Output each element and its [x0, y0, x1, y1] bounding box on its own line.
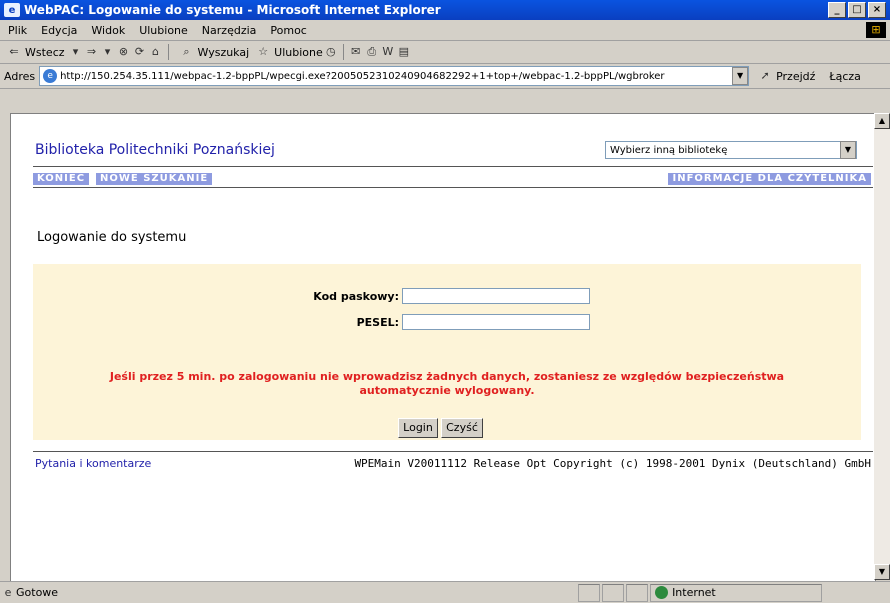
pesel-input[interactable]	[402, 314, 590, 330]
clear-button[interactable]: Czyść	[441, 418, 483, 438]
library-select-value: Wybierz inną bibliotekę	[610, 144, 728, 156]
back-label: Wstecz	[25, 45, 65, 59]
warning-line-1: Jeśli przez 5 min. po zalogowaniu nie wp…	[109, 370, 785, 383]
menu-tools[interactable]: Narzędzia	[202, 24, 257, 37]
edit-icon[interactable]: W	[380, 45, 396, 59]
search-button[interactable]: ⌕ Wyszukaj	[179, 45, 250, 59]
windows-logo-icon: ⊞	[866, 22, 886, 38]
favorites-label: Ulubione	[274, 45, 323, 59]
home-icon[interactable]: ⌂	[148, 45, 164, 59]
address-bar: Adres e http://150.254.35.111/webpac-1.2…	[0, 64, 890, 89]
page-footer: Pytania i komentarze WPEMain V20011112 R…	[33, 451, 873, 474]
title-bar: e WebPAC: Logowanie do systemu - Microso…	[0, 0, 890, 20]
globe-icon	[655, 586, 669, 599]
barcode-label: Kod paskowy:	[313, 290, 399, 303]
search-icon: ⌕	[183, 45, 190, 58]
login-form: Kod paskowy: PESEL: Jeśli przez 5 min. p…	[33, 264, 861, 440]
close-button[interactable]: ×	[868, 2, 886, 18]
discuss-icon[interactable]: ▤	[396, 45, 412, 59]
status-text: Gotowe	[16, 586, 59, 599]
toolbar: ⇐ Wstecz ▾ ⇒ ▾ ⊗ ⟳ ⌂ ⌕ Wyszukaj ☆ Ulubio…	[0, 41, 890, 64]
go-button[interactable]: ➚ Przejdź	[757, 69, 815, 83]
status-cell	[626, 583, 649, 602]
minimize-button[interactable]: _	[828, 2, 846, 18]
status-bar: e Gotowe Internet	[0, 581, 890, 603]
links-label[interactable]: Łącza	[829, 70, 861, 83]
go-label: Przejdź	[776, 69, 816, 83]
stop-icon[interactable]: ⊗	[116, 45, 132, 59]
dropdown-icon[interactable]: ▾	[100, 45, 116, 59]
auto-logout-warning: Jeśli przez 5 min. po zalogowaniu nie wp…	[33, 370, 861, 398]
favorites-icon: ☆	[258, 45, 269, 58]
page-icon: e	[4, 585, 12, 599]
copyright-text: WPEMain V20011112 Release Opt Copyright …	[354, 457, 871, 470]
dropdown-icon: ▾	[72, 45, 79, 58]
print-icon[interactable]: ⎙	[364, 45, 380, 59]
menu-view[interactable]: Widok	[91, 24, 125, 37]
refresh-icon[interactable]: ⟳	[132, 45, 148, 59]
page-title: Logowanie do systemu	[37, 230, 187, 245]
status-cell	[602, 583, 625, 602]
menu-file[interactable]: Plik	[8, 24, 27, 37]
library-name: Biblioteka Politechniki Poznańskiej	[35, 142, 275, 158]
menu-favorites[interactable]: Ulubione	[139, 24, 188, 37]
mail-icon[interactable]: ✉	[348, 45, 364, 59]
reader-info-button[interactable]: INFORMACJE DLA CZYTELNIKA	[668, 173, 871, 185]
vertical-scrollbar[interactable]: ▲ ▼	[874, 113, 890, 580]
zone-panel: Internet	[650, 583, 823, 602]
address-label: Adres	[4, 69, 36, 83]
page-icon: e	[43, 69, 58, 83]
barcode-input[interactable]	[402, 288, 590, 304]
zone-label: Internet	[672, 586, 716, 599]
history-icon[interactable]: ◷	[323, 45, 339, 59]
window-title: WebPAC: Logowanie do systemu - Microsoft…	[24, 3, 441, 17]
maximize-button[interactable]: □	[848, 2, 866, 18]
pesel-label: PESEL:	[356, 316, 399, 329]
menu-help[interactable]: Pomoc	[270, 24, 306, 37]
nav-bar: KONIEC NOWE SZUKANIE INFORMACJE DLA CZYT…	[33, 173, 873, 188]
exit-button[interactable]: KONIEC	[33, 173, 90, 185]
separator	[167, 44, 169, 60]
status-cell	[578, 583, 601, 602]
chevron-down-icon: ▼	[840, 141, 856, 159]
url-dropdown-icon[interactable]: ▼	[732, 67, 749, 85]
back-button[interactable]: ⇐ Wstecz ▾	[6, 45, 84, 59]
library-select[interactable]: Wybierz inną bibliotekę ▼	[605, 141, 857, 159]
scroll-up-icon[interactable]: ▲	[874, 113, 890, 129]
menu-edit[interactable]: Edycja	[41, 24, 77, 37]
favorites-button[interactable]: ☆ Ulubione	[255, 45, 323, 59]
login-button[interactable]: Login	[398, 418, 438, 438]
forward-icon[interactable]: ⇒	[84, 45, 100, 59]
window-controls: _ □ ×	[828, 2, 886, 18]
new-search-button[interactable]: NOWE SZUKANIE	[96, 173, 213, 185]
separator	[342, 44, 344, 60]
go-arrow-icon: ➚	[760, 69, 770, 82]
menu-bar: Plik Edycja Widok Ulubione Narzędzia Pom…	[0, 20, 890, 41]
scroll-down-icon[interactable]: ▼	[874, 564, 890, 580]
warning-line-2: automatycznie wylogowany.	[359, 384, 535, 397]
search-label: Wyszukaj	[197, 45, 250, 59]
back-arrow-icon: ⇐	[9, 45, 19, 58]
page-content: Biblioteka Politechniki Poznańskiej Wybi…	[10, 113, 876, 582]
ie-icon: e	[4, 3, 20, 17]
library-header: Biblioteka Politechniki Poznańskiej Wybi…	[33, 132, 873, 167]
questions-link[interactable]: Pytania i komentarze	[35, 457, 151, 470]
url-input[interactable]: e http://150.254.35.111/webpac-1.2-bppPL…	[39, 66, 750, 86]
url-text: http://150.254.35.111/webpac-1.2-bppPL/w…	[60, 70, 665, 82]
